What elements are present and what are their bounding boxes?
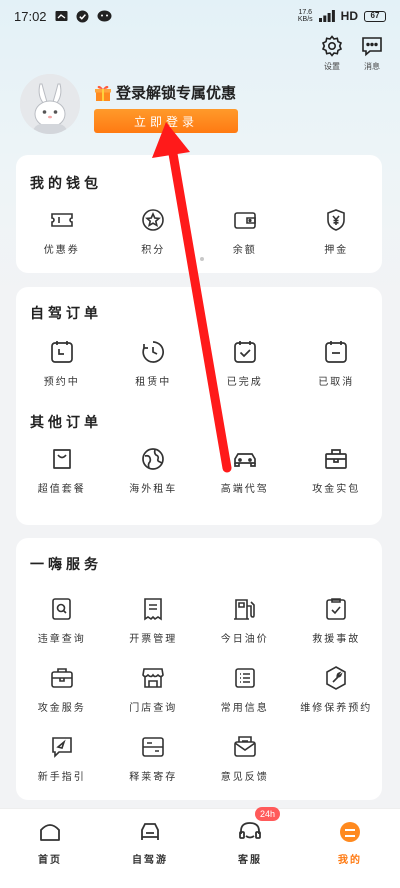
net-speed: 17.6 KB/s bbox=[297, 9, 313, 23]
fuel-icon bbox=[233, 599, 255, 620]
globe-icon bbox=[142, 448, 165, 470]
orders-card: 自驾订单 预约中 租赁中 已完成 已取消 其他订单 超值套餐 海外租车 高端代驾… bbox=[16, 287, 382, 525]
header-actions: 设置 消息 bbox=[320, 34, 384, 72]
wallet-title: 我的钱包 bbox=[30, 176, 102, 192]
login-button[interactable]: 立即登录 bbox=[94, 109, 238, 133]
status-time: 17:02 bbox=[14, 8, 47, 24]
car-icon bbox=[233, 453, 256, 467]
profile-section: 登录解锁专属优惠 立即登录 bbox=[20, 74, 238, 134]
service-fuel-price[interactable]: 今日油价 bbox=[199, 596, 291, 645]
service-storage[interactable]: 释莱寄存 bbox=[108, 734, 200, 783]
order-cancelled[interactable]: 已取消 bbox=[291, 339, 383, 388]
wallet-icon bbox=[233, 212, 256, 229]
headset-icon bbox=[239, 822, 261, 839]
self-drive-orders-title: 自驾订单 bbox=[30, 306, 102, 322]
home-icon bbox=[40, 824, 60, 841]
signal-icon bbox=[318, 10, 335, 22]
clipboard-check-icon bbox=[326, 598, 347, 620]
order-reserved[interactable]: 预约中 bbox=[16, 339, 108, 388]
service-common-info[interactable]: 常用信息 bbox=[199, 665, 291, 714]
guide-icon bbox=[51, 737, 72, 758]
page-indicator-dot bbox=[200, 257, 204, 261]
tab-self-drive[interactable]: 自驾游 bbox=[100, 809, 200, 888]
tab-profile[interactable]: 我的 bbox=[300, 809, 400, 888]
ticket-icon bbox=[50, 213, 73, 227]
notification-icon bbox=[76, 10, 89, 22]
wallet-coupons[interactable]: 优惠券 bbox=[16, 207, 108, 256]
service-rescue[interactable]: 救援事故 bbox=[291, 596, 383, 645]
services-title: 一嗨服务 bbox=[30, 557, 102, 573]
bag-icon bbox=[52, 449, 71, 469]
wechat-icon bbox=[97, 10, 112, 21]
wallet-points[interactable]: 积分 bbox=[108, 207, 200, 256]
order-packages[interactable]: 超值套餐 bbox=[16, 446, 108, 495]
list-icon bbox=[234, 668, 255, 688]
service-invoice[interactable]: 开票管理 bbox=[108, 596, 200, 645]
services-card: 一嗨服务 违章查询 开票管理 今日油价 救援事故 攻金服务 门店查询 常用信息 bbox=[16, 538, 382, 800]
notification-icon bbox=[55, 11, 68, 21]
mail-icon bbox=[233, 736, 256, 757]
settings-button[interactable]: 设置 bbox=[320, 34, 344, 72]
wallet-balance[interactable]: 余额 bbox=[199, 207, 291, 256]
wrench-icon bbox=[326, 666, 347, 690]
promo-text: 登录解锁专属优惠 bbox=[116, 84, 237, 102]
messages-label: 消息 bbox=[364, 62, 380, 71]
avatar[interactable] bbox=[20, 74, 80, 134]
network-type: HD bbox=[340, 9, 358, 23]
tab-customer-service[interactable]: 24h 客服 bbox=[200, 807, 300, 888]
search-doc-icon bbox=[51, 598, 71, 620]
battery-icon: 67 bbox=[364, 10, 386, 22]
settings-label: 设置 bbox=[324, 62, 340, 71]
card-icon bbox=[142, 737, 165, 757]
service-store-search[interactable]: 门店查询 bbox=[108, 665, 200, 714]
toolbox-icon bbox=[325, 449, 348, 469]
gear-icon bbox=[321, 35, 343, 57]
service-enterprise[interactable]: 攻金服务 bbox=[16, 665, 108, 714]
check-calendar-icon bbox=[233, 341, 256, 363]
profile-icon bbox=[340, 822, 360, 842]
service-maintenance[interactable]: 维修保养预约 bbox=[291, 665, 383, 714]
shield-yen-icon bbox=[327, 209, 346, 231]
timer-icon bbox=[142, 341, 165, 363]
invoice-icon bbox=[144, 598, 163, 621]
order-renting[interactable]: 租赁中 bbox=[108, 339, 200, 388]
store-icon bbox=[142, 668, 165, 688]
24h-badge: 24h bbox=[255, 807, 281, 821]
promo-title: 登录解锁专属优惠 bbox=[94, 82, 238, 103]
service-guide[interactable]: 新手指引 bbox=[16, 734, 108, 783]
star-icon bbox=[142, 209, 165, 231]
briefcase-icon bbox=[50, 668, 73, 688]
minus-calendar-icon bbox=[325, 341, 348, 363]
status-bar: 17:02 17.6 KB/s HD 67 bbox=[0, 0, 400, 32]
wallet-deposit[interactable]: 押金 bbox=[291, 207, 383, 256]
message-icon bbox=[362, 37, 382, 57]
tab-home[interactable]: 首页 bbox=[0, 809, 100, 888]
gift-icon bbox=[95, 85, 111, 101]
clock-calendar-icon bbox=[50, 341, 73, 363]
order-overseas[interactable]: 海外租车 bbox=[108, 446, 200, 495]
car-front-icon bbox=[141, 823, 159, 840]
order-toolbox[interactable]: 攻金实包 bbox=[291, 446, 383, 495]
order-chauffeur[interactable]: 高端代驾 bbox=[199, 446, 291, 495]
service-feedback[interactable]: 意见反馈 bbox=[199, 734, 291, 783]
rabbit-avatar-icon bbox=[20, 74, 80, 134]
wallet-card: 我的钱包 优惠券 积分 余额 押金 bbox=[16, 155, 382, 273]
other-orders-title: 其他订单 bbox=[30, 415, 102, 431]
service-violations[interactable]: 违章查询 bbox=[16, 596, 108, 645]
messages-button[interactable]: 消息 bbox=[360, 34, 384, 72]
order-completed[interactable]: 已完成 bbox=[199, 339, 291, 388]
bottom-tab-bar: 首页 自驾游 24h 客服 我的 bbox=[0, 807, 400, 888]
